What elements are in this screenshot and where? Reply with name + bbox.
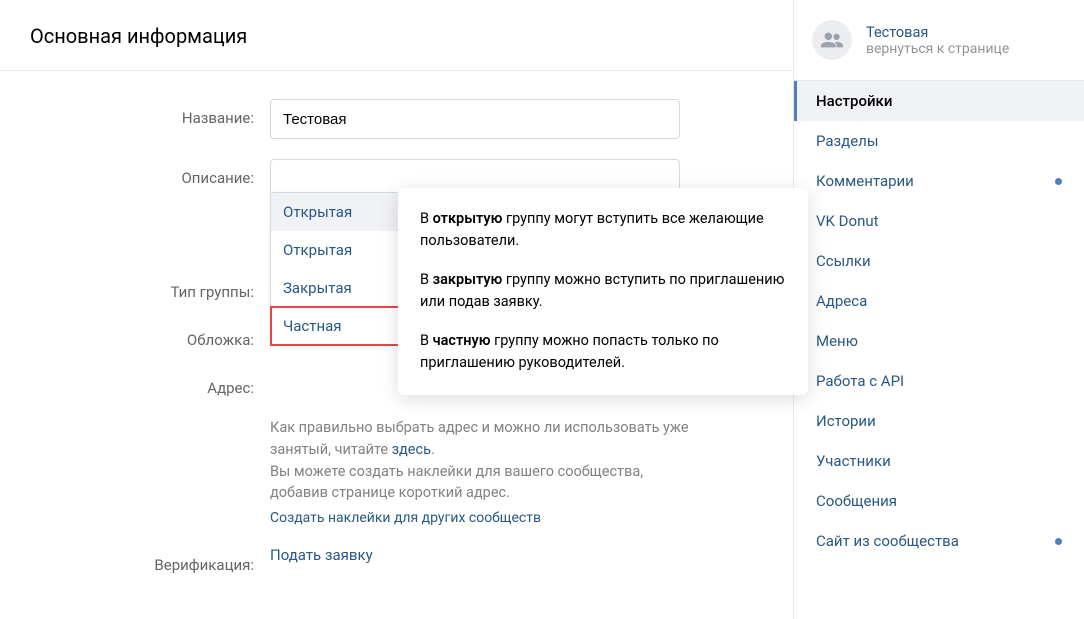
sidebar-item-addresses[interactable]: Адреса xyxy=(794,281,1084,321)
sidebar-item-sections[interactable]: Разделы xyxy=(794,121,1084,161)
group-type-tooltip: В открытую группу могут вступить все жел… xyxy=(398,188,808,395)
sidebar-item-label: Участники xyxy=(816,452,891,470)
avatar xyxy=(812,20,852,60)
address-help-link[interactable]: здесь xyxy=(392,441,431,458)
notification-dot-icon xyxy=(1055,178,1062,185)
group-type-label: Тип группы: xyxy=(30,273,270,301)
verification-label: Верификация: xyxy=(30,546,270,574)
sidebar-item-api[interactable]: Работа с API xyxy=(794,361,1084,401)
cover-label: Обложка: xyxy=(30,321,270,349)
dropdown-item-closed[interactable]: Закрытая xyxy=(271,269,399,307)
notification-dot-icon xyxy=(1055,538,1062,545)
sidebar-item-site[interactable]: Сайт из сообщества xyxy=(794,521,1084,561)
group-subtitle: вернуться к странице xyxy=(866,41,1009,57)
sidebar-item-members[interactable]: Участники xyxy=(794,441,1084,481)
sidebar-item-links[interactable]: Ссылки xyxy=(794,241,1084,281)
sidebar-item-vkdonut[interactable]: VK Donut xyxy=(794,201,1084,241)
sidebar-item-label: Сайт из сообщества xyxy=(816,532,959,550)
sidebar-item-label: Комментарии xyxy=(816,172,914,190)
main-panel: Основная информация Название: Описание: … xyxy=(0,0,794,619)
address-help-2: Вы можете создать наклейки для вашего со… xyxy=(270,461,690,505)
sidebar-item-settings[interactable]: Настройки xyxy=(794,81,1084,121)
name-input[interactable] xyxy=(270,99,680,139)
dropdown-selected[interactable]: Открытая xyxy=(271,193,399,231)
dropdown-item-open[interactable]: Открытая xyxy=(271,231,399,269)
name-label: Название: xyxy=(30,99,270,127)
address-help-text-1: Как правильно выбрать адрес и можно ли и… xyxy=(270,419,689,458)
sidebar-item-label: Меню xyxy=(816,332,858,350)
verification-link[interactable]: Подать заявку xyxy=(270,546,373,564)
dropdown-item-private[interactable]: Частная xyxy=(271,307,399,345)
sidebar-item-label: Работа с API xyxy=(816,372,904,390)
page-title: Основная информация xyxy=(0,0,793,71)
sidebar-item-label: VK Donut xyxy=(816,212,879,230)
sidebar-item-label: Ссылки xyxy=(816,252,871,270)
sidebar-item-label: Настройки xyxy=(816,92,892,110)
group-icon xyxy=(821,32,843,48)
sidebar-item-comments[interactable]: Комментарии xyxy=(794,161,1084,201)
sidebar-item-messages[interactable]: Сообщения xyxy=(794,481,1084,521)
description-label: Описание: xyxy=(30,159,270,187)
sidebar-item-menu[interactable]: Меню xyxy=(794,321,1084,361)
group-header[interactable]: Тестовая вернуться к странице xyxy=(794,0,1084,81)
sidebar-item-label: Адреса xyxy=(816,292,867,310)
address-help: Как правильно выбрать адрес и можно ли и… xyxy=(270,417,690,461)
sidebar-item-label: Сообщения xyxy=(816,492,897,510)
address-label: Адрес: xyxy=(30,369,270,397)
sidebar: Тестовая вернуться к странице Настройки … xyxy=(794,0,1084,619)
sidebar-item-label: Разделы xyxy=(816,132,878,150)
sidebar-item-stories[interactable]: Истории xyxy=(794,401,1084,441)
create-stickers-link[interactable]: Создать наклейки для других сообществ xyxy=(270,510,541,526)
group-type-dropdown[interactable]: Открытая Открытая Закрытая Частная xyxy=(270,192,400,346)
sidebar-item-label: Истории xyxy=(816,412,876,430)
group-name: Тестовая xyxy=(866,24,1009,41)
